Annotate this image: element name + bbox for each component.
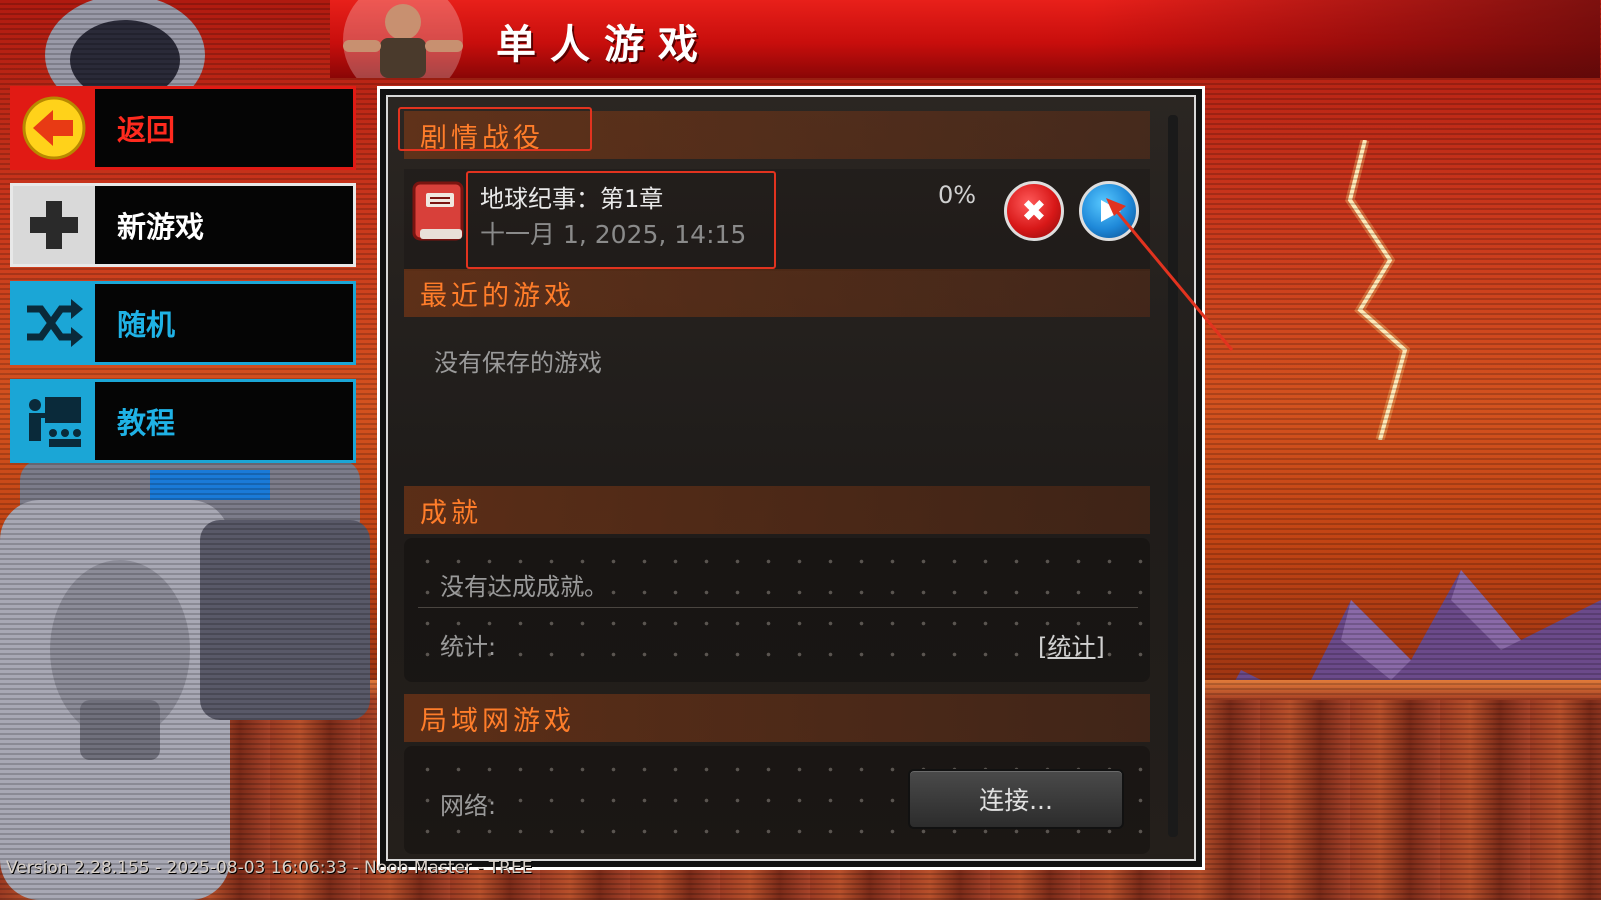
- panel-content: 剧情战役 地球纪事：第1章 十一月 1, 2025, 14:15 0% ✖ 最近…: [386, 95, 1196, 861]
- annotation-box-header: [398, 107, 592, 151]
- delete-save-button[interactable]: ✖: [1004, 181, 1064, 241]
- version-text: Version 2.28.155 - 2025-08-03 16:06:33 -…: [6, 858, 533, 878]
- single-player-panel: 剧情战役 地球纪事：第1章 十一月 1, 2025, 14:15 0% ✖ 最近…: [377, 86, 1205, 870]
- character-portrait: [343, 0, 463, 78]
- tutorial-label: 教程: [95, 382, 353, 460]
- stats-label: 统计:: [440, 633, 497, 661]
- back-arrow-icon: [13, 89, 95, 167]
- no-achievements-text: 没有达成成就。: [440, 573, 608, 601]
- divider: [418, 607, 1138, 608]
- scrollbar[interactable]: [1168, 115, 1178, 837]
- tutorial-button[interactable]: 教程: [10, 379, 356, 463]
- teacher-icon: [13, 382, 95, 460]
- connect-button[interactable]: 连接...: [908, 769, 1124, 829]
- shuffle-icon: [13, 284, 95, 362]
- annotation-box-save: [466, 171, 776, 269]
- no-saved-games-text: 没有保存的游戏: [434, 349, 602, 377]
- new-game-button[interactable]: 新游戏: [10, 183, 356, 267]
- play-icon: [1101, 200, 1121, 222]
- plus-icon: [13, 186, 95, 264]
- random-label: 随机: [95, 284, 353, 362]
- recent-header: 最近的游戏: [404, 269, 1150, 317]
- lan-header-label: 局域网游戏: [420, 705, 575, 737]
- lan-header: 局域网游戏: [404, 694, 1150, 742]
- recent-header-label: 最近的游戏: [420, 280, 575, 312]
- achievements-header: 成就: [404, 486, 1150, 534]
- back-label: 返回: [95, 89, 353, 167]
- book-icon: [412, 181, 464, 241]
- network-label: 网络:: [440, 792, 497, 820]
- save-progress: 0%: [938, 181, 977, 209]
- stats-link[interactable]: [统计]: [1038, 627, 1105, 662]
- play-save-button[interactable]: [1079, 181, 1139, 241]
- random-button[interactable]: 随机: [10, 281, 356, 365]
- page-title: 单人游戏: [496, 22, 712, 68]
- achievements-header-label: 成就: [420, 497, 482, 529]
- new-game-label: 新游戏: [95, 186, 353, 264]
- back-button[interactable]: 返回: [10, 86, 356, 170]
- close-icon: ✖: [1021, 193, 1047, 229]
